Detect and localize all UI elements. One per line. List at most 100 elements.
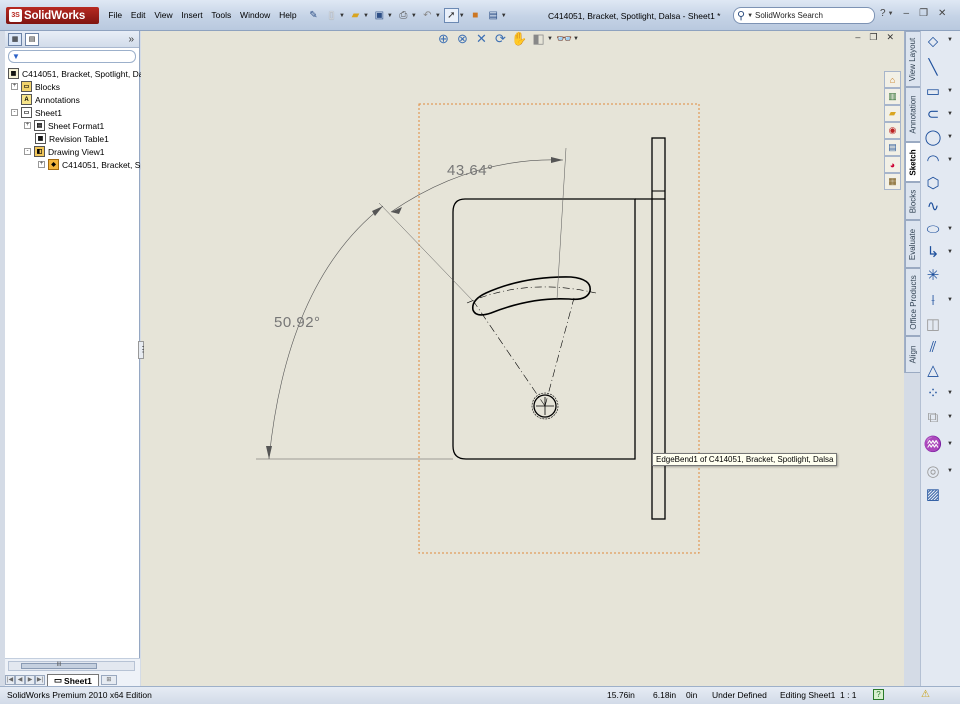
new-dropdown-icon[interactable]: ▼ — [339, 13, 345, 19]
dropdown-icon[interactable]: ▼ — [947, 441, 953, 447]
feature-tree-tab[interactable]: ▦ — [8, 32, 22, 46]
tab-blocks[interactable]: Blocks — [905, 182, 921, 220]
trim-entities-icon[interactable]: ⟊ — [923, 290, 943, 310]
search-input[interactable]: SolidWorks Search — [755, 11, 823, 20]
menu-file[interactable]: File — [104, 10, 126, 20]
slot-tool-icon[interactable]: ⊂ — [923, 104, 943, 124]
first-sheet-button[interactable]: |◀ — [5, 675, 15, 685]
minimize-window-button[interactable]: – — [904, 8, 910, 19]
design-library-icon[interactable]: ▥ — [884, 88, 901, 105]
menu-help[interactable]: Help — [275, 10, 301, 20]
ellipse-tool-icon[interactable]: ⬭ — [923, 219, 943, 239]
offset-entities-icon[interactable]: ⫽ — [923, 337, 943, 357]
select-arrow-icon[interactable]: ➚ — [443, 8, 459, 23]
tab-sketch[interactable]: Sketch — [905, 142, 921, 182]
tab-annotation[interactable]: Annotation — [905, 87, 921, 142]
angle-dimension-2[interactable]: 50.92° — [274, 314, 321, 331]
move-entities-icon[interactable]: ⧉ — [923, 407, 943, 427]
undo-dropdown-icon[interactable]: ▼ — [435, 13, 441, 19]
search-dropdown-icon[interactable]: ▼ — [747, 13, 753, 19]
tree-item-revision-table[interactable]: ▦ Revision Table1 — [35, 132, 109, 145]
help-status-icon[interactable]: ? — [873, 689, 884, 700]
help-icon[interactable]: ? — [880, 8, 886, 19]
menu-window[interactable]: Window — [236, 10, 275, 20]
tree-root[interactable]: ▦ C414051, Bracket, Spotlight, Da — [8, 67, 143, 80]
view-palette-icon[interactable]: ▤ — [884, 139, 901, 156]
convert-entities-icon[interactable]: ◫ — [923, 314, 943, 334]
linear-pattern-icon[interactable]: ⁘ — [923, 383, 943, 403]
tab-view-layout[interactable]: View Layout — [905, 31, 921, 87]
menu-edit[interactable]: Edit — [126, 10, 149, 20]
expand-toggle[interactable]: + — [38, 161, 45, 168]
dropdown-icon[interactable]: ▼ — [947, 226, 953, 232]
search-icon[interactable]: ⚲ — [737, 9, 745, 22]
sheet-tab-sheet1[interactable]: ▭ Sheet1 — [47, 674, 99, 686]
custom-properties-icon[interactable]: ▦ — [884, 173, 901, 190]
tree-filter[interactable]: ▼ — [8, 50, 136, 63]
arc-tool-icon[interactable]: ◠ — [923, 150, 943, 170]
open-dropdown-icon[interactable]: ▼ — [363, 13, 369, 19]
pin-icon[interactable]: ✎ — [306, 8, 321, 23]
tree-item-drawing-view[interactable]: - ◧ Drawing View1 — [24, 145, 105, 158]
dropdown-icon[interactable]: ▼ — [947, 37, 953, 43]
dropdown-icon[interactable]: ▼ — [947, 297, 953, 303]
menu-insert[interactable]: Insert — [177, 10, 207, 20]
search-box[interactable]: ⚲ ▼ SolidWorks Search — [733, 7, 875, 24]
menu-tools[interactable]: Tools — [207, 10, 236, 20]
tree-item-sheet-format[interactable]: + ▤ Sheet Format1 — [24, 119, 104, 132]
file-explorer-icon[interactable]: ▰ — [884, 105, 901, 122]
search-results-icon[interactable]: ◉ — [884, 122, 901, 139]
next-sheet-button[interactable]: ▶ — [25, 675, 35, 685]
tree-item-annotations[interactable]: A Annotations — [21, 93, 80, 106]
dropdown-icon[interactable]: ▼ — [947, 157, 953, 163]
dropdown-icon[interactable]: ▼ — [947, 468, 953, 474]
dropdown-icon[interactable]: ▼ — [947, 390, 953, 396]
print-icon[interactable]: ⎙ — [396, 8, 411, 23]
undo-icon[interactable]: ↶ — [420, 8, 435, 23]
dropdown-icon[interactable]: ▼ — [947, 134, 953, 140]
print-dropdown-icon[interactable]: ▼ — [411, 13, 417, 19]
dimension-arc-2[interactable] — [268, 205, 384, 460]
tab-office-products[interactable]: Office Products — [905, 268, 921, 336]
tree-item-blocks[interactable]: + ▭ Blocks — [11, 80, 60, 93]
bracket-plate[interactable] — [452, 198, 636, 460]
line-tool-icon[interactable]: ╲ — [923, 57, 943, 77]
drawing-canvas[interactable]: ⊕ ⊗ ✕ ⟳ ✋ ◧ ▼ 👓 ▼ – ❐ ✕ 43.64° 50.92° Ed… — [138, 31, 904, 686]
sketch-picture-icon[interactable]: ▨ — [923, 484, 943, 504]
select-dropdown-icon[interactable]: ▼ — [459, 13, 465, 19]
prev-sheet-button[interactable]: ◀ — [15, 675, 25, 685]
maximize-window-button[interactable]: ❐ — [919, 8, 928, 19]
scrollbar-thumb[interactable]: III — [21, 662, 97, 669]
horizontal-scrollbar[interactable]: III — [8, 661, 135, 671]
tree-item-sheet1[interactable]: - ▭ Sheet1 — [11, 106, 62, 119]
options-dropdown-icon[interactable]: ▼ — [501, 13, 507, 19]
fillet-tool-icon[interactable]: ↳ — [923, 242, 943, 262]
add-sheet-button[interactable]: ⊞ — [100, 675, 117, 685]
tab-evaluate[interactable]: Evaluate — [905, 220, 921, 268]
polygon-tool-icon[interactable]: ⬡ — [923, 173, 943, 193]
dropdown-icon[interactable]: ▼ — [947, 88, 953, 94]
repair-sketch-icon[interactable]: ◎ — [923, 461, 943, 481]
display-relations-icon[interactable]: ♒ — [923, 434, 943, 454]
save-dropdown-icon[interactable]: ▼ — [387, 13, 393, 19]
collapse-toggle[interactable]: - — [24, 148, 31, 155]
tree-item-part[interactable]: + ◆ C414051, Bracket, Sp — [38, 158, 145, 171]
property-manager-tab[interactable]: ▤ — [25, 32, 39, 46]
rebuild-status-icon[interactable]: ⚠ — [921, 689, 930, 700]
help-dropdown-icon[interactable]: ▼ — [888, 11, 894, 19]
appearances-icon[interactable]: ◕ — [884, 156, 901, 173]
dropdown-icon[interactable]: ▼ — [947, 414, 953, 420]
expand-toggle[interactable]: + — [11, 83, 18, 90]
mirror-entities-icon[interactable]: △ — [923, 360, 943, 380]
arc-slot[interactable] — [471, 276, 591, 316]
spline-tool-icon[interactable]: ∿ — [923, 196, 943, 216]
dropdown-icon[interactable]: ▼ — [947, 111, 953, 117]
expand-panel-icon[interactable]: » — [128, 34, 134, 45]
close-window-button[interactable]: ✕ — [938, 8, 946, 19]
dropdown-icon[interactable]: ▼ — [947, 249, 953, 255]
circle-tool-icon[interactable]: ◯ — [923, 127, 943, 147]
menu-view[interactable]: View — [150, 10, 177, 20]
angle-dimension-1[interactable]: 43.64° — [447, 162, 494, 179]
smart-dimension-icon[interactable]: ⬦ — [923, 31, 943, 51]
collapse-toggle[interactable]: - — [11, 109, 18, 116]
